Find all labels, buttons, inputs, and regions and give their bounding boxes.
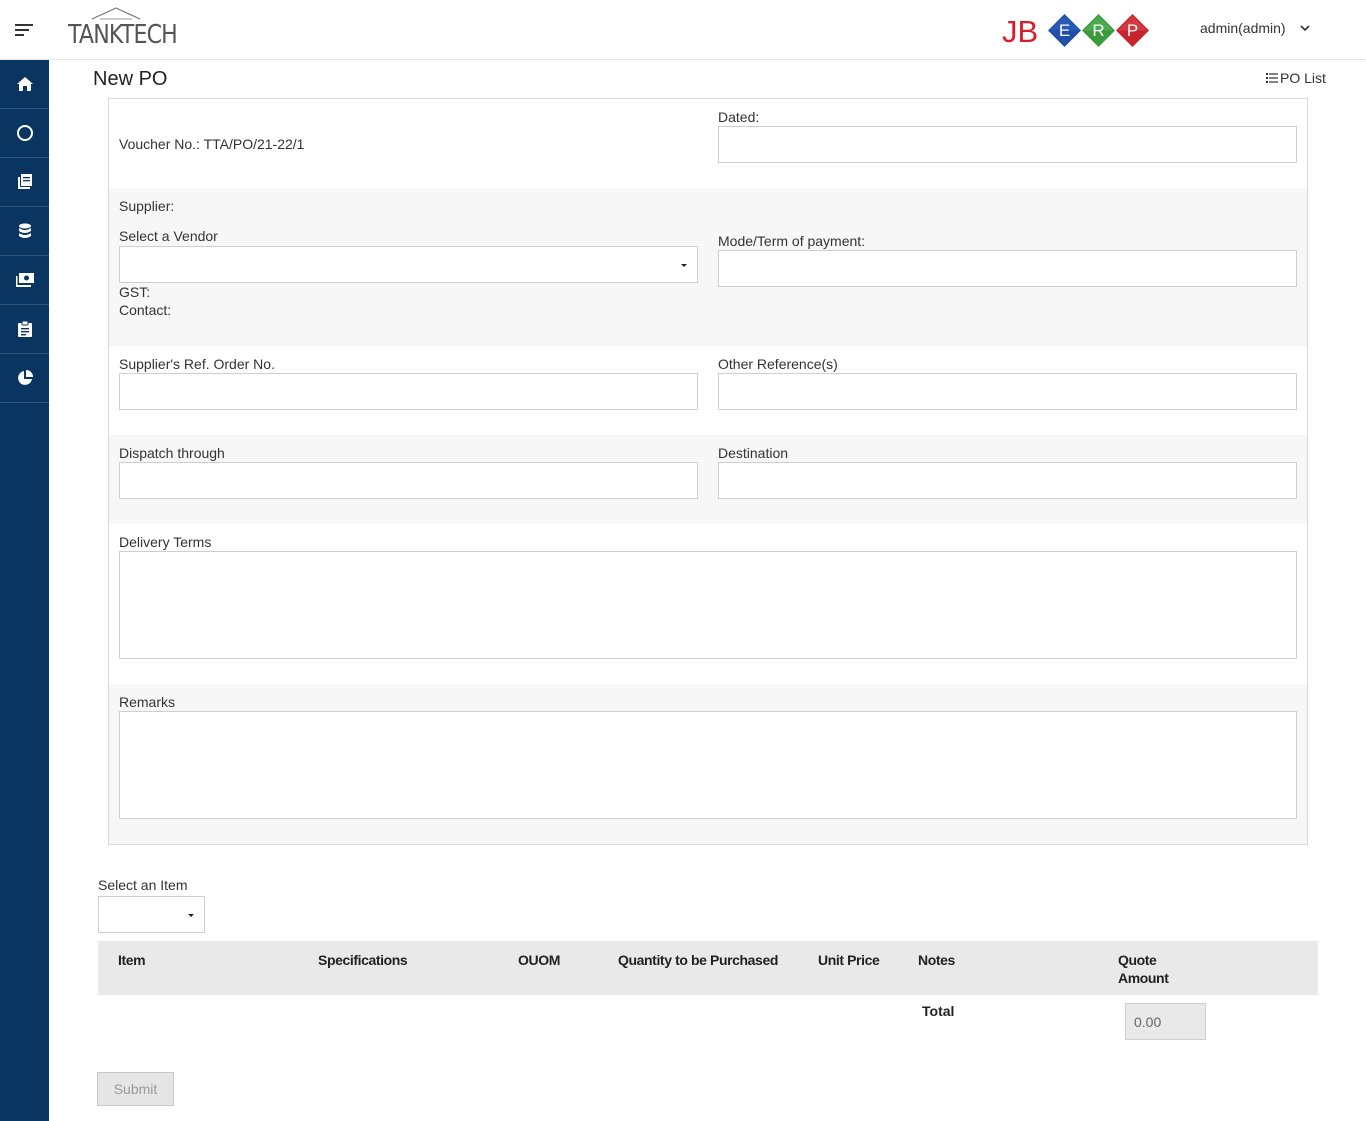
jberp-prefix: JB xyxy=(1002,14,1039,49)
list-icon xyxy=(1266,73,1278,83)
circle-icon xyxy=(16,125,33,141)
column-quote-amount: Quote Amount xyxy=(1118,952,1169,986)
submit-button[interactable]: Submit xyxy=(97,1072,174,1106)
sidebar-item-reports[interactable] xyxy=(0,354,49,403)
top-bar: TANKTECH JB E R P admin(admin) xyxy=(0,0,1366,60)
user-menu[interactable]: admin(admin) xyxy=(1200,20,1310,36)
column-unit-price: Unit Price xyxy=(818,952,880,968)
column-item: Item xyxy=(118,952,146,968)
sidebar-item-clipboard[interactable] xyxy=(0,305,49,354)
pie-chart-icon xyxy=(17,370,33,385)
column-ouom: OUOM xyxy=(518,952,560,968)
item-select[interactable] xyxy=(98,896,205,933)
sidebar-item-books[interactable] xyxy=(0,158,49,207)
dispatch-row: Dispatch through Destination xyxy=(109,435,1307,524)
other-ref-input[interactable] xyxy=(718,373,1297,410)
vendor-label: Select a Vendor xyxy=(119,228,218,244)
column-notes: Notes xyxy=(918,952,955,968)
money-icon xyxy=(15,273,34,287)
remarks-textarea[interactable] xyxy=(119,711,1297,819)
items-table-header: Item Specifications OUOM Quantity to be … xyxy=(98,941,1318,995)
voucher-row: Voucher No.: TTA/PO/21-22/1 Dated: xyxy=(109,99,1307,188)
gst-label: GST: xyxy=(119,284,151,300)
page-title: New PO xyxy=(93,68,168,90)
sidebar-item-money[interactable] xyxy=(0,256,49,305)
reference-row: Supplier's Ref. Order No. Other Referenc… xyxy=(109,346,1307,435)
erp-letter-p: P xyxy=(1116,14,1149,47)
contact-label: Contact: xyxy=(119,302,172,318)
po-list-link[interactable]: PO List xyxy=(1266,70,1326,86)
caret-down-icon xyxy=(188,914,194,917)
po-form: Voucher No.: TTA/PO/21-22/1 Dated: Suppl… xyxy=(108,98,1308,845)
dispatch-label: Dispatch through xyxy=(119,445,225,461)
column-specifications: Specifications xyxy=(318,952,408,968)
caret-down-icon xyxy=(681,264,687,267)
remarks-label: Remarks xyxy=(119,694,176,710)
supplier-ref-label: Supplier's Ref. Order No. xyxy=(119,356,275,372)
user-name: admin(admin) xyxy=(1200,20,1286,36)
total-amount: 0.00 xyxy=(1125,1003,1206,1040)
dated-input[interactable] xyxy=(718,126,1297,163)
supplier-row: Supplier: Select a Vendor GST: Contact: … xyxy=(109,188,1307,346)
brand-name: TANKTECH xyxy=(68,20,178,50)
remarks-row: Remarks xyxy=(109,684,1307,844)
roof-icon xyxy=(91,7,141,20)
total-label: Total xyxy=(922,1003,955,1019)
erp-letter-e: E xyxy=(1048,14,1081,47)
menu-icon xyxy=(14,24,33,36)
supplier-ref-input[interactable] xyxy=(119,373,698,410)
voucher-number: Voucher No.: TTA/PO/21-22/1 xyxy=(119,136,305,152)
dated-label: Dated: xyxy=(718,109,760,125)
sidebar-item-database[interactable] xyxy=(0,207,49,256)
other-ref-label: Other Reference(s) xyxy=(718,356,838,372)
chevron-down-icon xyxy=(1300,24,1310,31)
dispatch-input[interactable] xyxy=(119,462,698,499)
supplier-label: Supplier: xyxy=(119,198,175,214)
payment-input[interactable] xyxy=(718,250,1297,287)
sidebar xyxy=(0,60,49,1121)
delivery-terms-label: Delivery Terms xyxy=(119,534,212,550)
home-icon xyxy=(16,77,33,91)
tanktech-logo[interactable]: TANKTECH xyxy=(68,6,178,52)
database-icon xyxy=(18,223,31,238)
sidebar-item-home[interactable] xyxy=(0,60,49,109)
vendor-select[interactable] xyxy=(119,246,698,283)
sidebar-item-circle[interactable] xyxy=(0,109,49,158)
erp-letter-r: R xyxy=(1082,14,1115,47)
delivery-terms-textarea[interactable] xyxy=(119,551,1297,659)
jberp-logo: JB E R P xyxy=(1002,10,1158,52)
po-list-label: PO List xyxy=(1280,70,1326,86)
payment-label: Mode/Term of payment: xyxy=(718,233,866,249)
select-item-label: Select an Item xyxy=(98,877,188,893)
destination-input[interactable] xyxy=(718,462,1297,499)
clipboard-icon xyxy=(17,321,32,337)
books-icon xyxy=(17,174,32,189)
column-quantity: Quantity to be Purchased xyxy=(618,952,778,968)
delivery-terms-row: Delivery Terms xyxy=(109,524,1307,684)
destination-label: Destination xyxy=(718,445,789,461)
menu-toggle-button[interactable] xyxy=(0,0,49,60)
